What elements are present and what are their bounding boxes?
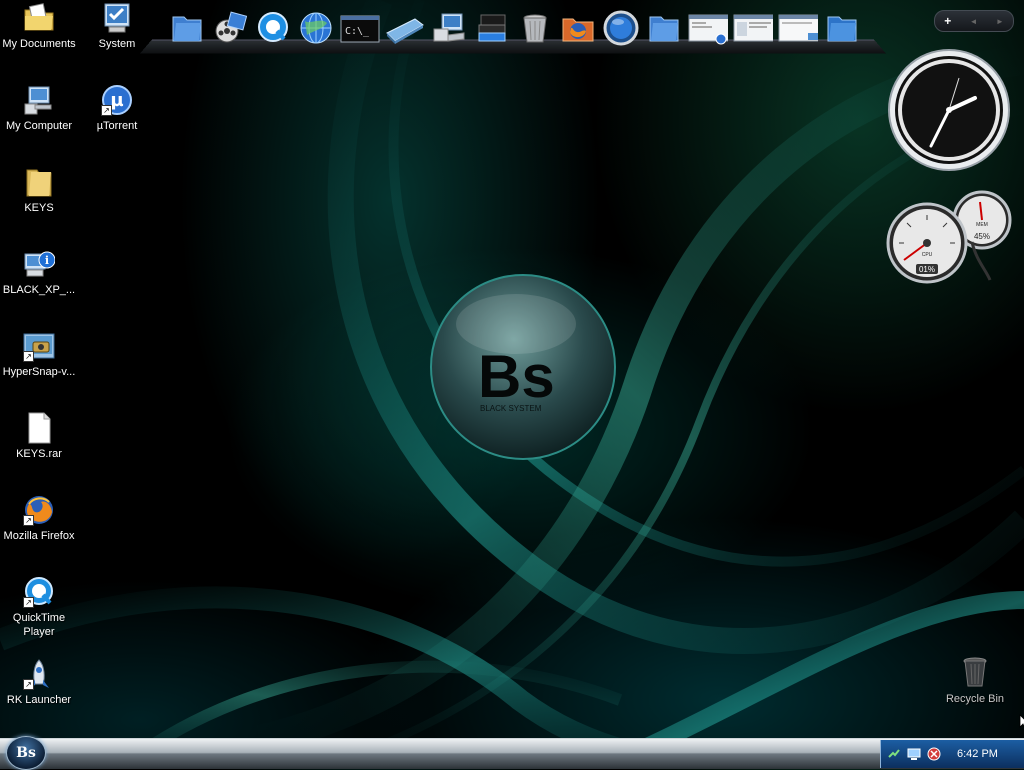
- dock-item-trash[interactable]: [516, 9, 554, 47]
- folder-icon: [827, 16, 857, 42]
- dock-item-browser[interactable]: [297, 9, 335, 47]
- start-button-label: Bs: [16, 745, 36, 761]
- mouse-cursor-icon: [1019, 714, 1024, 728]
- computer-tray-icon[interactable]: [907, 747, 921, 761]
- dock-item-firefox-folder[interactable]: [559, 9, 597, 47]
- svg-text:01%: 01%: [919, 265, 935, 274]
- next-button[interactable]: ►: [996, 17, 1004, 26]
- add-gadget-button[interactable]: +: [944, 14, 951, 28]
- desktop-icon-quicktime[interactable]: ↗ QuickTime Player: [0, 576, 78, 639]
- svg-text:C:\_: C:\_: [345, 26, 370, 37]
- start-button[interactable]: Bs: [6, 736, 46, 770]
- desktop-icon-firefox[interactable]: ↗ Mozilla Firefox: [0, 494, 78, 543]
- window-preview-icon: [778, 14, 818, 42]
- documents-folder-icon: [23, 2, 55, 34]
- camera-screen-icon: ↗: [23, 330, 55, 362]
- blue-circle-icon: [603, 10, 639, 46]
- svg-text:CPU: CPU: [922, 252, 933, 258]
- desktop-icon-my-documents[interactable]: My Documents: [0, 2, 78, 51]
- svg-text:µ: µ: [110, 90, 123, 111]
- gadget-sidebar-controls: + ◄ ►: [934, 10, 1014, 32]
- blank-file-icon: [23, 412, 55, 444]
- film-reel-icon: [215, 11, 247, 43]
- desktop-icon-label: KEYS: [24, 202, 54, 214]
- dock-item-circle-app[interactable]: [602, 9, 640, 47]
- clock-gadget[interactable]: [887, 48, 1011, 172]
- dock-item-folder[interactable]: [168, 9, 206, 47]
- svg-text:BLACK SYSTEM: BLACK SYSTEM: [480, 404, 542, 413]
- desktop-icon-rk-launcher[interactable]: ↗ RK Launcher: [0, 658, 78, 707]
- svg-text:i: i: [45, 254, 49, 267]
- dock-item-window-2[interactable]: [733, 9, 773, 47]
- trash-icon: [523, 14, 547, 43]
- desktop-icon-keys-rar[interactable]: KEYS.rar: [0, 412, 78, 461]
- desktop-icon-label: HyperSnap-v...: [2, 366, 76, 378]
- security-alert-icon[interactable]: [927, 747, 941, 761]
- dock-item-folder-3[interactable]: [823, 9, 861, 47]
- dock-item-media[interactable]: [211, 9, 249, 47]
- command-prompt-icon: C:\_: [340, 15, 380, 43]
- dock: C:\_: [168, 6, 861, 50]
- dock-item-window-1[interactable]: [688, 9, 728, 47]
- desktop-icon-label: KEYS.rar: [16, 448, 62, 460]
- folder-icon: [649, 16, 679, 42]
- desktop-icon-label: µTorrent: [96, 120, 138, 132]
- bs-logo-orb: Bs BLACK SYSTEM: [430, 274, 616, 460]
- dock-item-quicktime[interactable]: [254, 9, 292, 47]
- network-icon[interactable]: [887, 747, 901, 761]
- computer-icon: [433, 13, 465, 42]
- desktop-icon-label: QuickTime Player: [12, 612, 66, 638]
- desktop-icon-hypersnap[interactable]: ↗ HyperSnap-v...: [0, 330, 78, 379]
- prev-button[interactable]: ◄: [970, 17, 978, 26]
- quicktime-icon: [258, 12, 288, 42]
- desktop-icon-label: Mozilla Firefox: [3, 530, 75, 542]
- svg-text:Bs: Bs: [478, 343, 555, 410]
- clock-time[interactable]: 6:42 PM: [957, 748, 998, 760]
- desktop-icon-keys-folder[interactable]: KEYS: [0, 166, 78, 215]
- firefox-folder-icon: [562, 18, 594, 42]
- svg-text:45%: 45%: [974, 232, 990, 241]
- dock-item-folder-2[interactable]: [645, 9, 683, 47]
- computer-icon: [23, 84, 55, 116]
- desktop-icon-label: My Computer: [5, 120, 73, 132]
- globe-icon: [300, 12, 332, 44]
- desktop-icon-label: Recycle Bin: [945, 693, 1005, 705]
- info-computer-icon: i: [23, 248, 56, 280]
- utorrent-icon: µ ↗: [101, 84, 133, 116]
- dock-item-computer[interactable]: [430, 9, 468, 47]
- desktop-icon-label: My Documents: [2, 38, 76, 50]
- recycle-bin-icon: [963, 657, 987, 687]
- desktop-icon-utorrent[interactable]: µ ↗ µTorrent: [78, 84, 156, 133]
- dock-item-documents[interactable]: [473, 9, 511, 47]
- drive-icon: [386, 18, 424, 44]
- dock-item-drive[interactable]: [385, 9, 425, 47]
- cpu-meter-gadget[interactable]: MEM 45% CPU 01%: [886, 190, 1012, 284]
- dock-item-window-3[interactable]: [778, 9, 818, 47]
- desktop-icon-my-computer[interactable]: My Computer: [0, 84, 78, 133]
- firefox-icon: ↗: [23, 494, 55, 526]
- desktop-icon-label: BLACK_XP_...: [2, 284, 76, 296]
- svg-text:MEM: MEM: [976, 222, 988, 228]
- document-stack-icon: [478, 14, 506, 42]
- window-preview-icon: [688, 14, 728, 45]
- window-preview-icon: [733, 14, 773, 42]
- taskbar: [0, 738, 1024, 769]
- desktop-icon-label: RK Launcher: [6, 694, 72, 706]
- quicktime-icon: ↗: [23, 576, 55, 608]
- system-tray: 6:42 PM: [880, 740, 1024, 768]
- folder-icon: [23, 166, 55, 198]
- rocket-icon: ↗: [23, 658, 55, 690]
- system-icon: [101, 2, 133, 34]
- dock-item-command-prompt[interactable]: C:\_: [340, 9, 380, 47]
- desktop-icon-system[interactable]: System: [78, 2, 156, 51]
- folder-icon: [172, 16, 202, 42]
- desktop-icon-black-xp[interactable]: i BLACK_XP_...: [0, 248, 78, 297]
- desktop-icon-recycle-bin[interactable]: Recycle Bin: [936, 656, 1014, 705]
